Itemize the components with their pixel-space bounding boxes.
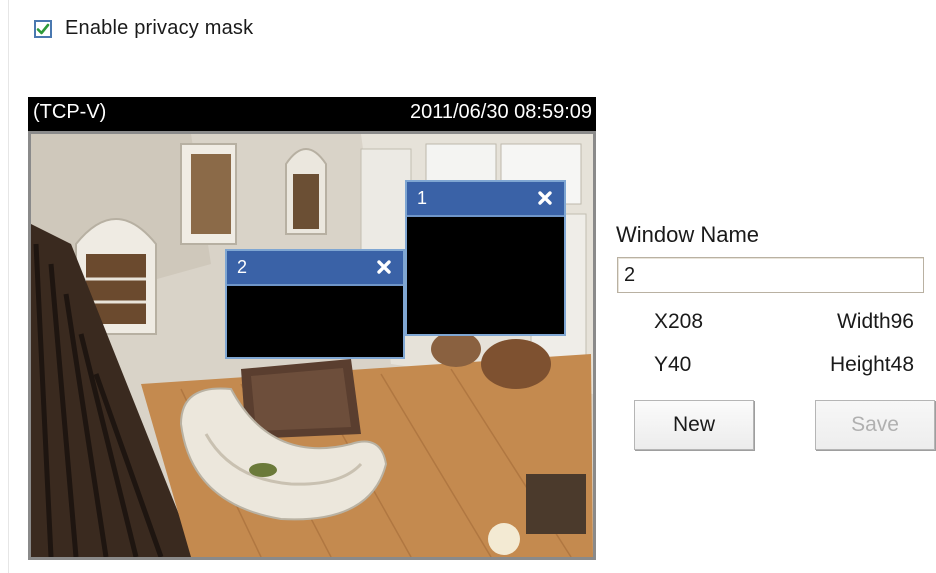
save-button[interactable]: Save [815, 400, 935, 450]
enable-privacy-mask-label[interactable]: Enable privacy mask [65, 17, 253, 40]
checkmark-icon [36, 23, 50, 34]
privacy-mask-title-bar[interactable]: 1 [407, 182, 564, 217]
privacy-mask-title-bar[interactable]: 2 [227, 251, 403, 286]
video-timestamp: 2011/06/30 08:59:09 [409, 101, 592, 123]
height-value: Height48 [829, 353, 914, 376]
window-name-label: Window Name [616, 222, 760, 247]
enable-privacy-mask-row[interactable]: Enable privacy mask [34, 17, 253, 40]
privacy-mask-number: 1 [417, 188, 428, 208]
window-name-input[interactable] [617, 257, 924, 293]
video-protocol: (TCP-V) [33, 101, 107, 123]
privacy-mask-window-1[interactable]: 1 [405, 180, 566, 336]
privacy-mask-window-2[interactable]: 2 [225, 249, 405, 359]
width-value: Width96 [836, 310, 914, 333]
page-left-border [8, 0, 9, 573]
enable-privacy-mask-checkbox[interactable] [34, 19, 52, 38]
video-preview[interactable]: 1 2 [28, 131, 596, 560]
video-caption-bar: (TCP-V) 2011/06/30 08:59:09 [28, 97, 596, 131]
close-icon[interactable] [376, 259, 392, 275]
x-position-value: X208 [654, 310, 704, 333]
y-position-value: Y40 [654, 353, 692, 376]
privacy-mask-number: 2 [237, 257, 248, 277]
close-icon[interactable] [537, 190, 553, 206]
new-button[interactable]: New [634, 400, 754, 450]
